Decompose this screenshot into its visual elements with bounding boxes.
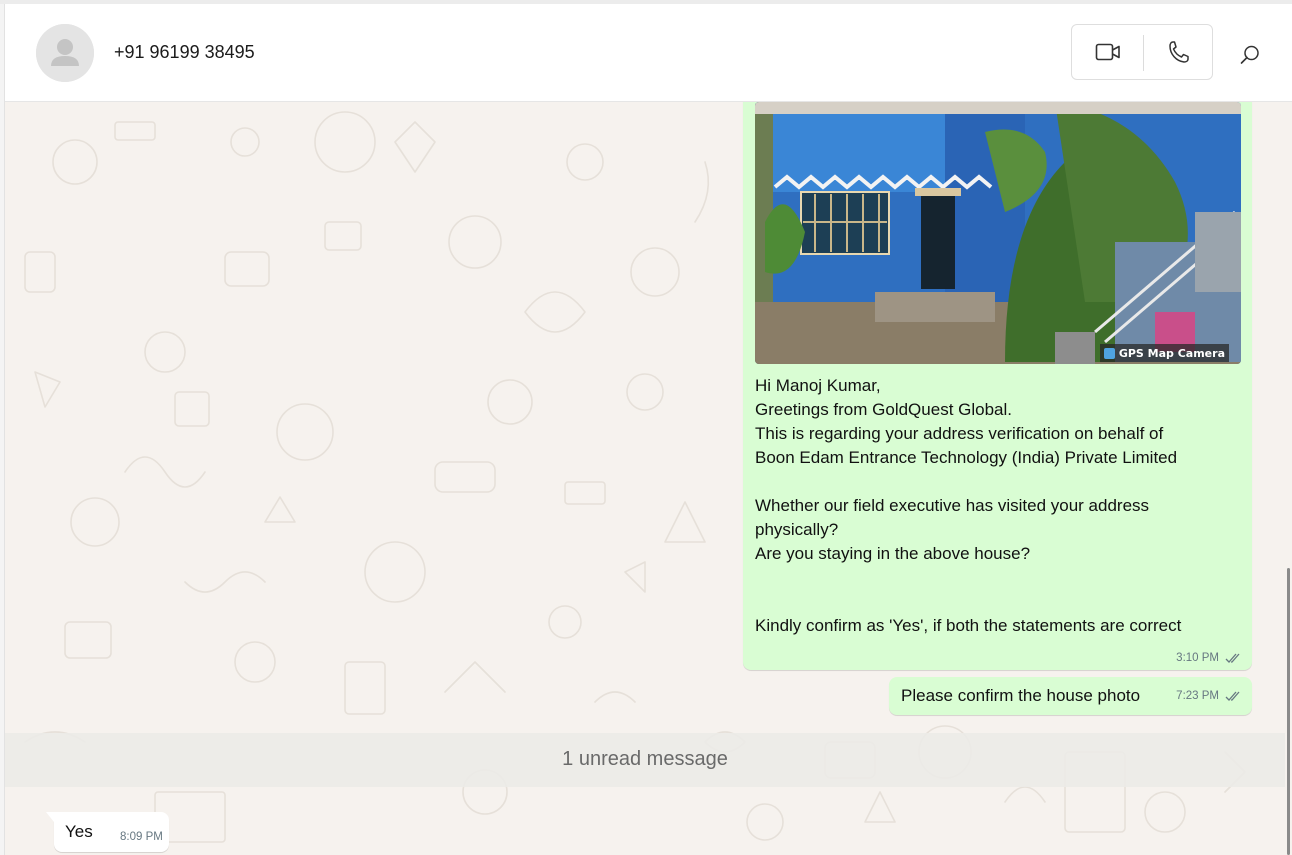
bubble-tail bbox=[46, 812, 54, 822]
unread-divider-label: 1 unread message bbox=[562, 748, 728, 770]
contact-avatar[interactable] bbox=[36, 24, 94, 82]
search-button[interactable] bbox=[1235, 40, 1265, 70]
chat-area[interactable]: GPS Map Camera Hi Manoj Kumar, Greetings… bbox=[5, 102, 1285, 855]
message-text: Yes bbox=[65, 822, 93, 841]
message-text: Hi Manoj Kumar, Greetings from GoldQuest… bbox=[755, 376, 1182, 635]
chat-header: +91 96199 38495 bbox=[5, 4, 1292, 102]
house-photo-image bbox=[755, 102, 1241, 364]
incoming-message[interactable]: Yes 8:09 PM bbox=[46, 812, 169, 852]
contact-name[interactable]: +91 96199 38495 bbox=[114, 42, 255, 63]
message-time: 3:10 PM bbox=[1176, 652, 1219, 664]
house-photo[interactable]: GPS Map Camera bbox=[755, 102, 1241, 364]
photo-watermark-badge: GPS Map Camera bbox=[1099, 344, 1229, 362]
scrollbar-thumb[interactable] bbox=[1287, 568, 1290, 855]
message-time: 8:09 PM bbox=[120, 831, 163, 843]
avatar-placeholder-icon bbox=[36, 24, 94, 82]
voice-call-icon bbox=[1169, 41, 1189, 63]
read-receipt-icon bbox=[1225, 653, 1240, 663]
message-meta: 7:23 PM bbox=[1176, 690, 1241, 702]
chat-scrollbar[interactable] bbox=[1285, 102, 1292, 855]
message-time: 7:23 PM bbox=[1176, 690, 1219, 702]
read-receipt-icon bbox=[1225, 691, 1240, 701]
video-call-icon bbox=[1095, 43, 1120, 61]
search-icon bbox=[1240, 45, 1259, 64]
message-text: Please confirm the house photo bbox=[901, 686, 1141, 705]
outgoing-message-with-photo[interactable]: GPS Map Camera Hi Manoj Kumar, Greetings… bbox=[743, 102, 1252, 670]
call-button-group bbox=[1071, 24, 1213, 80]
outgoing-message[interactable]: Please confirm the house photo 7:23 PM bbox=[889, 677, 1252, 715]
video-call-button[interactable] bbox=[1072, 25, 1143, 79]
voice-call-button[interactable] bbox=[1144, 25, 1214, 79]
photo-watermark-text: GPS Map Camera bbox=[1118, 346, 1225, 360]
unread-divider: 1 unread message bbox=[5, 733, 1285, 787]
message-meta: 3:10 PM bbox=[1176, 652, 1241, 664]
gps-camera-icon bbox=[1103, 347, 1115, 359]
